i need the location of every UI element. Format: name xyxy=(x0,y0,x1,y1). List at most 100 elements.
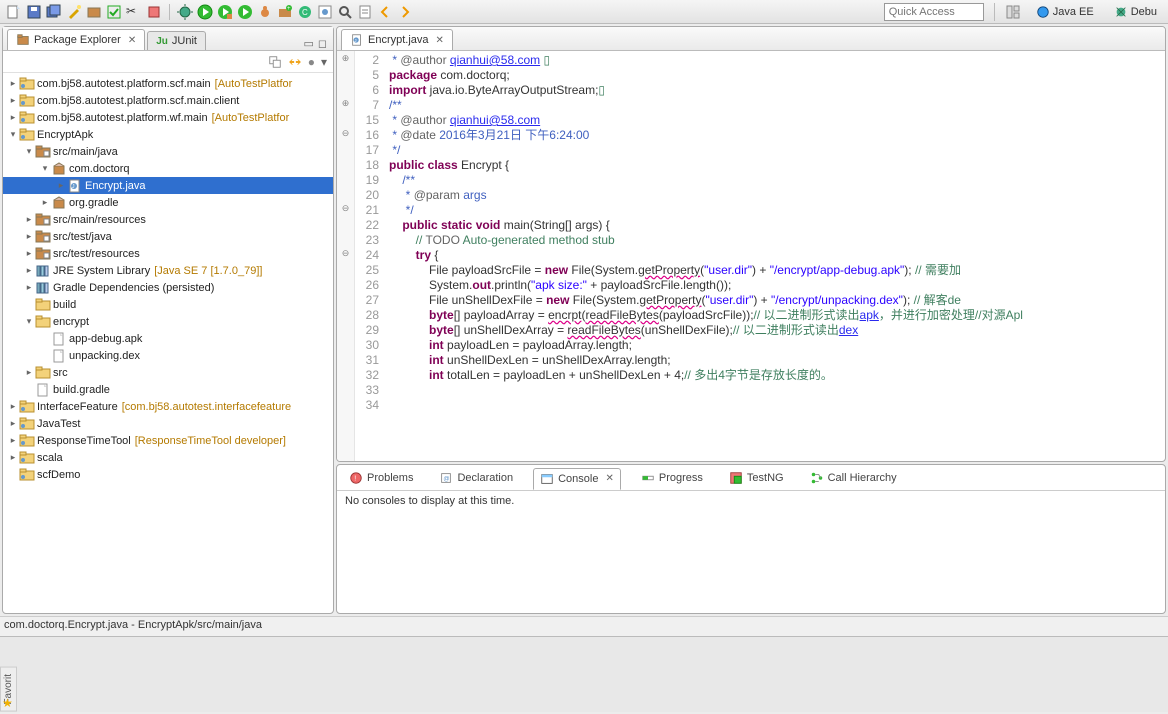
expand-arrow-icon[interactable]: ▾ xyxy=(23,316,35,327)
code-line[interactable]: int payloadLen = payloadArray.length; xyxy=(389,338,1165,353)
tree-item[interactable]: app-debug.apk xyxy=(3,330,333,347)
code-line[interactable]: byte[] unShellDexArray = readFileBytes(u… xyxy=(389,323,1165,338)
tree-item[interactable]: ▸ResponseTimeTool[ResponseTimeTool devel… xyxy=(3,432,333,449)
bottom-tab-declaration[interactable]: @Declaration xyxy=(433,468,519,488)
tree-item[interactable]: unpacking.dex xyxy=(3,347,333,364)
code-line[interactable]: * @date 2016年3月21日 下午6:24:00 xyxy=(389,128,1165,143)
code-line[interactable]: public class Encrypt { xyxy=(389,158,1165,173)
expand-arrow-icon[interactable]: ▸ xyxy=(23,282,35,293)
quick-access-input[interactable] xyxy=(884,3,984,21)
tab-junit[interactable]: Ju JUnit xyxy=(147,31,206,50)
expand-arrow-icon[interactable]: ▸ xyxy=(23,214,35,225)
expand-arrow-icon[interactable]: ▸ xyxy=(7,112,19,123)
expand-arrow-icon[interactable]: ▸ xyxy=(23,231,35,242)
tree-item[interactable]: build xyxy=(3,296,333,313)
tree-item[interactable]: ▸com.bj58.autotest.platform.scf.main.cli… xyxy=(3,92,333,109)
expand-arrow-icon[interactable]: ▸ xyxy=(7,452,19,463)
forward-icon[interactable] xyxy=(397,4,413,20)
expand-arrow-icon[interactable]: ▸ xyxy=(7,418,19,429)
expand-arrow-icon[interactable]: ▸ xyxy=(7,95,19,106)
bottom-tab-testng[interactable]: TestNG xyxy=(723,468,790,488)
code-editor[interactable]: ⊕⊕⊖⊖⊖ 2567151617181920212223242526272829… xyxy=(337,51,1165,461)
maximize-icon[interactable]: ◻ xyxy=(318,37,327,50)
expand-arrow-icon[interactable]: ▸ xyxy=(7,78,19,89)
tree-item[interactable]: build.gradle xyxy=(3,381,333,398)
bottom-tab-call-hierarchy[interactable]: Call Hierarchy xyxy=(804,468,903,488)
view-menu-icon[interactable]: ▾ xyxy=(321,55,327,69)
perspective-debug[interactable]: Debu xyxy=(1109,4,1162,20)
tab-package-explorer[interactable]: Package Explorer ✕ xyxy=(7,29,145,50)
tree-item[interactable]: ▸InterfaceFeature[com.bj58.autotest.inte… xyxy=(3,398,333,415)
expand-arrow-icon[interactable]: ▸ xyxy=(7,401,19,412)
tree-item[interactable]: ▸scala xyxy=(3,449,333,466)
code-line[interactable]: byte[] payloadArray = encrpt(readFileByt… xyxy=(389,308,1165,323)
tree-item[interactable]: scfDemo xyxy=(3,466,333,483)
code-line[interactable]: * @author qianhui@58.com ▯ xyxy=(389,53,1165,68)
cut-icon[interactable]: ✂ xyxy=(126,4,142,20)
project-tree[interactable]: ▸com.bj58.autotest.platform.scf.main[Aut… xyxy=(3,73,333,613)
tree-item[interactable]: ▸src/main/resources xyxy=(3,211,333,228)
build-icon[interactable] xyxy=(146,4,162,20)
ant-icon[interactable] xyxy=(257,4,273,20)
perspective-javaee[interactable]: Java EE xyxy=(1031,4,1099,20)
code-line[interactable]: */ xyxy=(389,143,1165,158)
debug-icon[interactable] xyxy=(177,4,193,20)
editor-tab-encrypt[interactable]: J Encrypt.java ✕ xyxy=(341,29,453,50)
code-line[interactable]: System.out.println("apk size:" + payload… xyxy=(389,278,1165,293)
tree-item[interactable]: ▸JRE System Library[Java SE 7 [1.7.0_79]… xyxy=(3,262,333,279)
search-icon[interactable] xyxy=(337,4,353,20)
back-icon[interactable] xyxy=(377,4,393,20)
tree-item[interactable]: ▸src xyxy=(3,364,333,381)
tree-item[interactable]: ▸org.gradle xyxy=(3,194,333,211)
link-editor-icon[interactable] xyxy=(288,55,302,69)
expand-arrow-icon[interactable]: ▸ xyxy=(23,265,35,276)
tree-item[interactable]: ▸src/test/resources xyxy=(3,245,333,262)
close-icon[interactable]: ✕ xyxy=(128,35,136,46)
save-icon[interactable] xyxy=(26,4,42,20)
code-line[interactable]: public static void main(String[] args) { xyxy=(389,218,1165,233)
coverage-icon[interactable] xyxy=(106,4,122,20)
fold-mark-icon[interactable]: ⊕ xyxy=(337,51,354,66)
tree-item[interactable]: ▾encrypt xyxy=(3,313,333,330)
tree-item[interactable]: ▾com.doctorq xyxy=(3,160,333,177)
code-line[interactable]: */ xyxy=(389,203,1165,218)
tree-item[interactable]: ▾EncryptApk xyxy=(3,126,333,143)
new-class-icon[interactable]: C xyxy=(297,4,313,20)
expand-arrow-icon[interactable]: ▾ xyxy=(39,163,51,174)
close-icon[interactable]: ✕ xyxy=(605,473,613,484)
run-ext-icon[interactable] xyxy=(217,4,233,20)
tree-item[interactable]: ▸com.bj58.autotest.platform.scf.main[Aut… xyxy=(3,75,333,92)
new-icon[interactable] xyxy=(6,4,22,20)
run-last-icon[interactable] xyxy=(237,4,253,20)
expand-arrow-icon[interactable]: ▸ xyxy=(23,367,35,378)
wizard-icon[interactable] xyxy=(66,4,82,20)
expand-arrow-icon[interactable]: ▸ xyxy=(7,435,19,446)
code-line[interactable]: File payloadSrcFile = new File(System.ge… xyxy=(389,263,1165,278)
code-line[interactable]: * @param args xyxy=(389,188,1165,203)
expand-arrow-icon[interactable]: ▸ xyxy=(23,248,35,259)
tree-item[interactable]: ▸Gradle Dependencies (persisted) xyxy=(3,279,333,296)
code-line[interactable]: import java.io.ByteArrayOutputStream;▯ xyxy=(389,83,1165,98)
task-icon[interactable] xyxy=(357,4,373,20)
tree-item[interactable]: ▸src/test/java xyxy=(3,228,333,245)
code-line[interactable]: File unShellDexFile = new File(System.ge… xyxy=(389,293,1165,308)
expand-arrow-icon[interactable]: ▾ xyxy=(7,129,19,140)
package-icon[interactable] xyxy=(86,4,102,20)
fold-mark-icon[interactable]: ⊕ xyxy=(337,96,354,111)
expand-arrow-icon[interactable]: ▸ xyxy=(55,180,67,191)
tree-item[interactable]: ▸JEncrypt.java xyxy=(3,177,333,194)
open-perspective-icon[interactable] xyxy=(1005,4,1021,20)
open-type-icon[interactable] xyxy=(317,4,333,20)
code-line[interactable]: int unShellDexLen = unShellDexArray.leng… xyxy=(389,353,1165,368)
close-icon[interactable]: ✕ xyxy=(436,35,444,46)
code-line[interactable]: /** xyxy=(389,173,1165,188)
code-line[interactable]: // TODO Auto-generated method stub xyxy=(389,233,1165,248)
bottom-tab-progress[interactable]: Progress xyxy=(635,468,709,488)
tree-item[interactable]: ▸JavaTest xyxy=(3,415,333,432)
tree-item[interactable]: ▾src/main/java xyxy=(3,143,333,160)
minimize-icon[interactable]: ▭ xyxy=(303,37,313,50)
focus-task-icon[interactable]: ● xyxy=(308,55,315,69)
bottom-tab-console[interactable]: Console✕ xyxy=(533,468,621,490)
fold-mark-icon[interactable]: ⊖ xyxy=(337,201,354,216)
collapse-all-icon[interactable] xyxy=(268,55,282,69)
